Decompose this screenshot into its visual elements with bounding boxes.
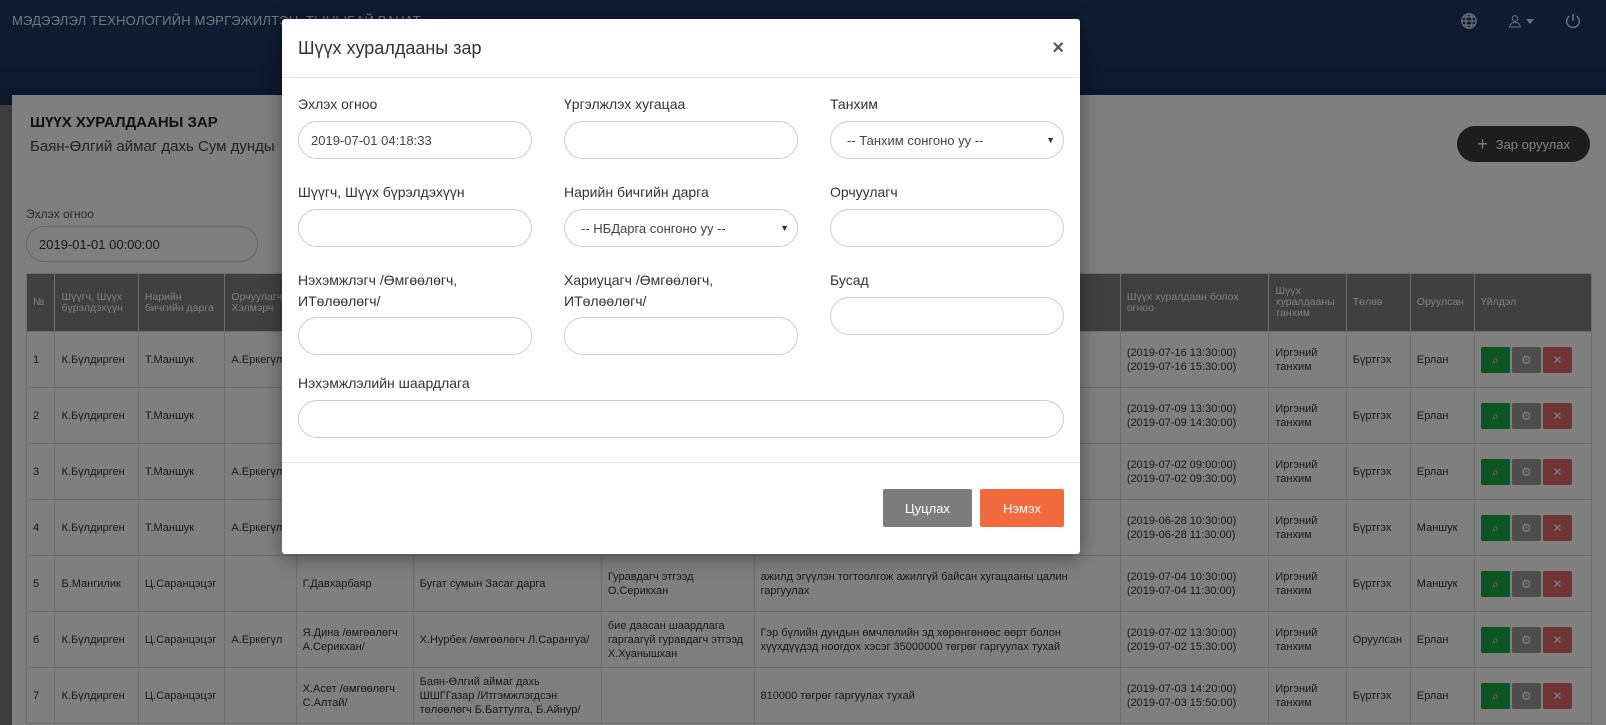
defendant-field: Хариуцагч /Өмгөөлөгч, ИТөлөөлөгч/ [564,270,798,355]
duration-field: Үргэлжлэх хугацаа [564,94,798,159]
secretary-label: Нарийн бичгийн дарга [564,184,709,200]
plaintiff-field: Нэхэмжлэгч /Өмгөөлөгч, ИТөлөөлөгч/ [298,270,532,355]
duration-label: Үргэлжлэх хугацаа [564,96,686,112]
close-icon[interactable]: × [1052,37,1064,60]
hall-select-value: -- Танхим сонгоно уу -- [847,132,984,148]
claim-input[interactable] [298,400,1064,438]
cancel-button[interactable]: Цуцлах [883,489,972,527]
start-date-label: Эхлэх огноо [298,96,378,112]
modal-title: Шүүх хуралдааны зар [298,37,482,58]
plaintiff-label: Нэхэмжлэгч /Өмгөөлөгч, ИТөлөөлөгч/ [298,272,458,309]
secretary-select[interactable]: -- НБДарга сонгоно уу -- ▼ [564,209,798,247]
other-label: Бусад [830,272,869,288]
judge-field: Шүүгч, Шүүх бүрэлдэхүүн [298,182,532,247]
modal-header: Шүүх хуралдааны зар × [282,19,1080,78]
submit-button[interactable]: Нэмэх [980,489,1064,527]
defendant-label: Хариуцагч /Өмгөөлөгч, ИТөлөөлөгч/ [564,272,714,309]
judge-input[interactable] [298,209,532,247]
other-field: Бусад [830,270,1064,335]
start-date-input[interactable] [298,121,532,159]
claim-field: Нэхэмжлэлийн шаардлага [298,373,1064,438]
duration-input[interactable] [564,121,798,159]
caret-down-icon: ▼ [1046,135,1055,145]
secretary-select-value: -- НБДарга сонгоно уу -- [581,220,726,236]
secretary-field: Нарийн бичгийн дарга -- НБДарга сонгоно … [564,182,798,247]
hall-select[interactable]: -- Танхим сонгоно уу -- ▼ [830,121,1064,159]
hall-field: Танхим -- Танхим сонгоно уу -- ▼ [830,94,1064,159]
plaintiff-input[interactable] [298,317,532,355]
translator-input[interactable] [830,209,1064,247]
hall-label: Танхим [830,96,878,112]
translator-label: Орчуулагч [830,184,898,200]
start-date-field: Эхлэх огноо [298,94,532,159]
caret-down-icon: ▼ [780,223,789,233]
announcement-modal: Шүүх хуралдааны зар × Эхлэх огноо Үргэлж… [282,19,1080,554]
modal-footer: Цуцлах Нэмэх [282,464,1080,554]
translator-field: Орчуулагч [830,182,1064,247]
judge-label: Шүүгч, Шүүх бүрэлдэхүүн [298,184,465,200]
other-input[interactable] [830,297,1064,335]
modal-body: Эхлэх огноо Үргэлжлэх хугацаа Танхим -- … [282,78,1080,463]
defendant-input[interactable] [564,317,798,355]
claim-label: Нэхэмжлэлийн шаардлага [298,375,470,391]
